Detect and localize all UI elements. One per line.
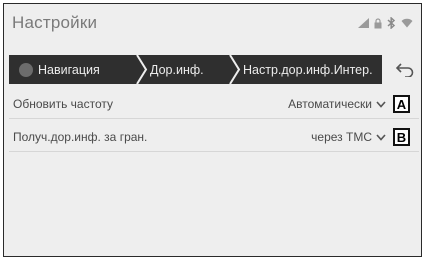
lock-icon (374, 17, 382, 28)
wifi-icon (401, 18, 413, 28)
cross-border-info-select[interactable]: через TMC (311, 130, 386, 144)
breadcrumb-separator-icon (229, 55, 241, 84)
signal-icon (358, 18, 369, 28)
marker-badge: A (393, 95, 410, 113)
setting-row-update-frequency[interactable]: Обновить частоту Автоматически A (9, 91, 419, 117)
back-button[interactable] (391, 58, 419, 81)
divider (9, 118, 419, 119)
navigation-icon (19, 62, 33, 77)
breadcrumb: Навигация Дор.инф. Настр.дор.инф.Интер. (9, 55, 419, 84)
setting-value: через TMC (311, 130, 372, 144)
divider (9, 151, 419, 152)
status-bar (358, 17, 413, 29)
breadcrumb-label: Дор.инф. (150, 62, 204, 77)
chevron-down-icon (376, 133, 386, 141)
setting-row-cross-border-info[interactable]: Получ.дор.инф. за гран. через TMC B (9, 124, 419, 150)
breadcrumb-label: Навигация (38, 62, 100, 77)
setting-label: Обновить частоту (13, 97, 113, 111)
setting-label: Получ.дор.инф. за гран. (13, 130, 148, 144)
breadcrumb-track: Навигация Дор.инф. Настр.дор.инф.Интер. (9, 55, 382, 84)
header-bar: Настройки (4, 4, 421, 46)
settings-screen: Настройки Навигация Дор.инф. Настр.дор.и… (3, 3, 422, 257)
back-arrow-icon (396, 62, 414, 77)
bluetooth-icon (387, 17, 396, 29)
page-title: Настройки (12, 13, 98, 32)
breadcrumb-separator-icon (136, 55, 148, 84)
breadcrumb-item-navigation[interactable]: Навигация (19, 55, 100, 84)
setting-value: Автоматически (288, 97, 372, 111)
breadcrumb-label: Настр.дор.инф.Интер. (243, 62, 373, 77)
breadcrumb-item-traffic-settings[interactable]: Настр.дор.инф.Интер. (243, 55, 373, 84)
breadcrumb-item-traffic-info[interactable]: Дор.инф. (150, 55, 204, 84)
marker-badge: B (393, 128, 410, 146)
update-frequency-select[interactable]: Автоматически (288, 97, 386, 111)
chevron-down-icon (376, 100, 386, 108)
